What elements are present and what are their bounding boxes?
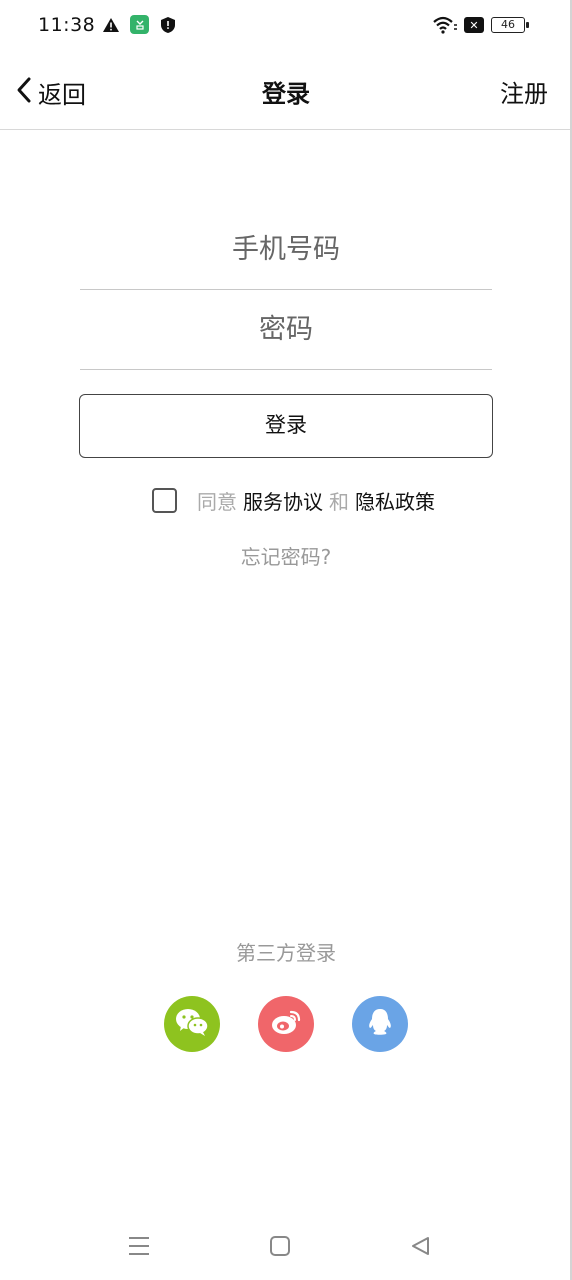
forgot-password-link[interactable]: 忘记密码? xyxy=(241,545,332,569)
register-button[interactable]: 注册 xyxy=(500,74,548,109)
weibo-icon xyxy=(270,1008,302,1040)
top-navigation-bar: 返回 登录 注册 xyxy=(0,52,572,130)
login-button[interactable]: 登录 xyxy=(79,394,493,458)
password-input[interactable] xyxy=(80,290,492,369)
shield-icon xyxy=(159,16,177,34)
qq-icon xyxy=(366,1007,394,1041)
menu-icon[interactable] xyxy=(125,1232,153,1260)
agree-checkbox[interactable] xyxy=(152,487,177,513)
status-bar: 11:38 ✕ 46 xyxy=(0,0,572,52)
status-time: 11:38 xyxy=(38,14,96,36)
home-icon[interactable] xyxy=(266,1232,294,1260)
back-label: 返回 xyxy=(38,80,86,109)
phone-field-container xyxy=(80,210,492,290)
wifi-icon xyxy=(432,16,458,34)
phone-input[interactable] xyxy=(80,210,492,289)
back-triangle-icon[interactable] xyxy=(406,1232,434,1260)
forgot-password-row: 忘记密码? xyxy=(0,541,572,570)
system-navigation-bar xyxy=(0,1218,572,1280)
battery-icon: 46 xyxy=(491,17,529,33)
back-button[interactable]: 返回 xyxy=(14,74,86,110)
wechat-login-button[interactable] xyxy=(164,996,220,1052)
app-notification-icon xyxy=(130,15,149,34)
warning-icon xyxy=(102,16,120,34)
sim-blocked-icon: ✕ xyxy=(464,17,484,33)
agree-prefix: 同意 xyxy=(197,489,237,514)
third-party-login-title: 第三方登录 xyxy=(236,941,336,965)
qq-login-button[interactable] xyxy=(352,996,408,1052)
chevron-left-icon xyxy=(14,76,34,108)
weibo-login-button[interactable] xyxy=(258,996,314,1052)
password-field-container xyxy=(80,290,492,370)
wechat-icon xyxy=(175,1007,209,1041)
and-text: 和 xyxy=(329,489,349,514)
agreement-row: 同意 服务协议 和 隐私政策 xyxy=(152,485,435,515)
privacy-policy-link[interactable]: 隐私政策 xyxy=(355,486,435,515)
service-agreement-link[interactable]: 服务协议 xyxy=(243,486,323,515)
